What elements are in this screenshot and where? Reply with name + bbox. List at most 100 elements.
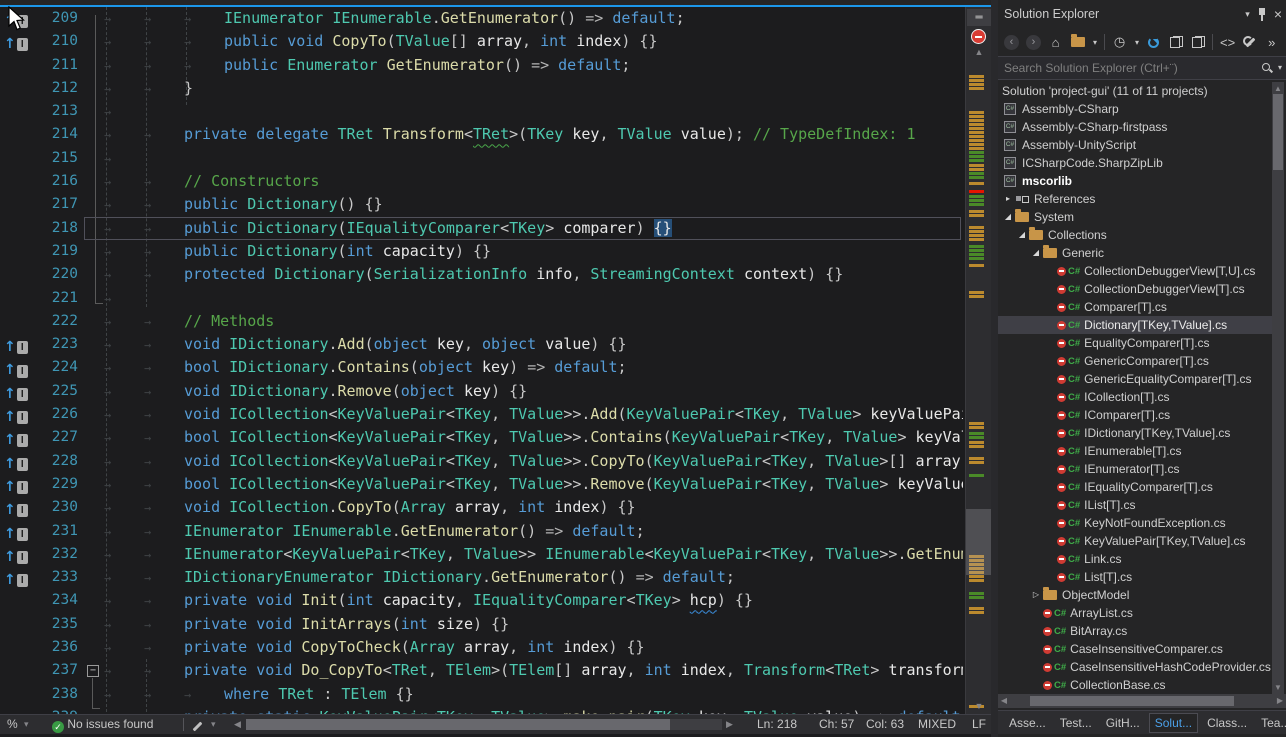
file-node[interactable]: C#BitArray.cs: [998, 622, 1272, 640]
zoom-dropdown-icon[interactable]: ▾: [24, 715, 29, 734]
code-line[interactable]: 239→→private static KeyValuePair<TKey, T…: [0, 706, 963, 714]
file-node[interactable]: C#List[T].cs: [998, 568, 1272, 586]
expander-icon[interactable]: ◢: [1002, 208, 1014, 226]
code-line[interactable]: ↑I230→→void ICollection.CopyTo(Array arr…: [0, 496, 963, 519]
search-box[interactable]: Search Solution Explorer (Ctrl+¨) ▾: [998, 56, 1286, 80]
code-line[interactable]: ↑I209→→→IEnumerator IEnumerable.GetEnume…: [0, 7, 963, 30]
code-line[interactable]: ↑I228→→void ICollection<KeyValuePair<TKe…: [0, 450, 963, 473]
code-line[interactable]: 234→→private void Init(int capacity, IEq…: [0, 589, 963, 612]
file-node[interactable]: C#CaseInsensitiveComparer.cs: [998, 640, 1272, 658]
code-cleanup-icon[interactable]: [196, 719, 199, 737]
panel-title-bar[interactable]: Solution Explorer ▾ ×: [998, 0, 1286, 28]
code-line[interactable]: 220→→protected Dictionary(SerializationI…: [0, 263, 963, 286]
code-line[interactable]: 211→→→public Enumerator GetEnumerator() …: [0, 54, 963, 77]
editor-scrollbar[interactable]: ═ ▲ ▼: [965, 7, 991, 714]
tool-window-tab[interactable]: Solut...: [1149, 713, 1198, 733]
code-line[interactable]: 219→→public Dictionary(int capacity) {}: [0, 240, 963, 263]
file-node[interactable]: C#IEqualityComparer[T].cs: [998, 478, 1272, 496]
solution-node[interactable]: Solution 'project-gui' (11 of 11 project…: [998, 82, 1272, 100]
pending-changes-filter-button[interactable]: ◷: [1112, 34, 1127, 50]
project-node[interactable]: C#ICSharpCode.SharpZipLib: [998, 154, 1272, 172]
code-line[interactable]: 236→→private void CopyToCheck(Array arra…: [0, 636, 963, 659]
file-node[interactable]: C#CaseInsensitiveHashCodeProvider.cs: [998, 658, 1272, 676]
forward-button[interactable]: ›: [1026, 35, 1041, 50]
expander-icon[interactable]: ▷: [1030, 586, 1042, 604]
expander-icon[interactable]: ◢: [1030, 244, 1042, 262]
scroll-down-button[interactable]: ▼: [1272, 683, 1284, 692]
home-button[interactable]: ⌂: [1048, 34, 1063, 50]
expander-icon[interactable]: ▸: [1002, 190, 1014, 208]
document-health-indicator[interactable]: ✓ No issues found: [52, 715, 153, 734]
file-node[interactable]: C#KeyValuePair[TKey,TValue].cs: [998, 532, 1272, 550]
code-line[interactable]: 213→: [0, 100, 963, 123]
tool-window-tab[interactable]: Test...: [1055, 714, 1097, 732]
hscroll-right-button[interactable]: ▶: [726, 715, 733, 734]
horizontal-scrollbar[interactable]: [246, 719, 722, 730]
file-node[interactable]: C#IEnumerator[T].cs: [998, 460, 1272, 478]
code-line[interactable]: ↑I233→→IDictionaryEnumerator IDictionary…: [0, 566, 963, 589]
properties-button[interactable]: [1242, 34, 1257, 50]
code-line[interactable]: 217→→public Dictionary() {}: [0, 193, 963, 216]
refresh-button[interactable]: [1146, 34, 1161, 50]
code-line[interactable]: ↑I223→→void IDictionary.Add(object key, …: [0, 333, 963, 356]
file-node[interactable]: C#ArrayList.cs: [998, 604, 1272, 622]
split-editor-handle[interactable]: ═: [967, 9, 991, 26]
tree-node[interactable]: ◢Generic: [998, 244, 1272, 262]
code-text-area[interactable]: − ↑I209→→→IEnumerator IEnumerable.GetEnu…: [0, 7, 963, 714]
code-line[interactable]: ↑I229→→bool ICollection<KeyValuePair<TKe…: [0, 473, 963, 496]
code-line[interactable]: ↑I227→→bool ICollection<KeyValuePair<TKe…: [0, 426, 963, 449]
expander-icon[interactable]: ◢: [1016, 226, 1028, 244]
code-editor[interactable]: − ↑I209→→→IEnumerator IEnumerable.GetEnu…: [0, 0, 991, 737]
file-node[interactable]: C#GenericEqualityComparer[T].cs: [998, 370, 1272, 388]
code-line[interactable]: ↑I231→→IEnumerator IEnumerable.GetEnumer…: [0, 520, 963, 543]
tree-vscroll-thumb[interactable]: [1273, 94, 1283, 170]
code-line[interactable]: 221→: [0, 287, 963, 310]
project-node[interactable]: C#Assembly-CSharp: [998, 100, 1272, 118]
file-node[interactable]: C#IList[T].cs: [998, 496, 1272, 514]
close-icon[interactable]: ×: [1274, 0, 1282, 28]
file-node[interactable]: C#Dictionary[TKey,TValue].cs: [998, 316, 1272, 334]
sync-with-active-document-button[interactable]: [1168, 34, 1183, 50]
code-line[interactable]: 214→→private delegate TRet Transform<TRe…: [0, 123, 963, 146]
toolbar-overflow-button[interactable]: »: [1264, 34, 1279, 50]
code-line[interactable]: ↑I225→→void IDictionary.Remove(object ke…: [0, 380, 963, 403]
window-position-icon[interactable]: ▾: [1245, 0, 1250, 28]
code-line[interactable]: ↑I232→→IEnumerator<KeyValuePair<TKey, TV…: [0, 543, 963, 566]
code-line[interactable]: 216→→// Constructors: [0, 170, 963, 193]
scroll-up-button[interactable]: ▲: [1272, 84, 1284, 93]
tree-node[interactable]: ◢System: [998, 208, 1272, 226]
file-node[interactable]: C#EqualityComparer[T].cs: [998, 334, 1272, 352]
code-line[interactable]: 212→→}: [0, 77, 963, 100]
view-code-button[interactable]: <>: [1220, 34, 1235, 50]
tree-node[interactable]: ▸References: [998, 190, 1272, 208]
tree-hscroll-thumb[interactable]: [1030, 696, 1234, 706]
file-node[interactable]: C#Link.cs: [998, 550, 1272, 568]
code-line[interactable]: ↑I224→→bool IDictionary.Contains(object …: [0, 356, 963, 379]
project-node[interactable]: C#Assembly-UnityScript: [998, 136, 1272, 154]
code-cleanup-dropdown-icon[interactable]: ▾: [211, 715, 216, 734]
code-line[interactable]: 238→→→where TRet : TElem {}: [0, 683, 963, 706]
code-line[interactable]: ↑I226→→void ICollection<KeyValuePair<TKe…: [0, 403, 963, 426]
tool-window-tab[interactable]: Asse...: [1004, 714, 1051, 732]
scroll-down-button[interactable]: ▼: [966, 701, 992, 711]
zoom-control[interactable]: %: [7, 715, 18, 734]
file-node[interactable]: C#IEnumerable[T].cs: [998, 442, 1272, 460]
file-node[interactable]: C#CollectionDebuggerView[T,U].cs: [998, 262, 1272, 280]
file-node[interactable]: C#CollectionBase.cs: [998, 676, 1272, 694]
vertical-scrollbar-thumb[interactable]: [966, 509, 992, 575]
hscroll-left-button[interactable]: ◀: [234, 715, 241, 734]
tool-window-tab[interactable]: GitH...: [1101, 714, 1145, 732]
panel-splitter[interactable]: [991, 0, 998, 737]
file-node[interactable]: C#ICollection[T].cs: [998, 388, 1272, 406]
file-node[interactable]: C#Comparer[T].cs: [998, 298, 1272, 316]
tool-window-tab[interactable]: Tea...: [1256, 714, 1286, 732]
code-line[interactable]: ↑I210→→→public void CopyTo(TValue[] arra…: [0, 30, 963, 53]
search-options-icon[interactable]: ▾: [1278, 57, 1282, 79]
file-node[interactable]: C#KeyNotFoundException.cs: [998, 514, 1272, 532]
tool-window-tab[interactable]: Class...: [1202, 714, 1252, 732]
file-node[interactable]: C#GenericComparer[T].cs: [998, 352, 1272, 370]
project-node[interactable]: C#mscorlib: [998, 172, 1272, 190]
code-line[interactable]: 215→: [0, 147, 963, 170]
scroll-right-button[interactable]: ▶: [1274, 694, 1286, 708]
switch-views-button[interactable]: [1070, 34, 1085, 50]
